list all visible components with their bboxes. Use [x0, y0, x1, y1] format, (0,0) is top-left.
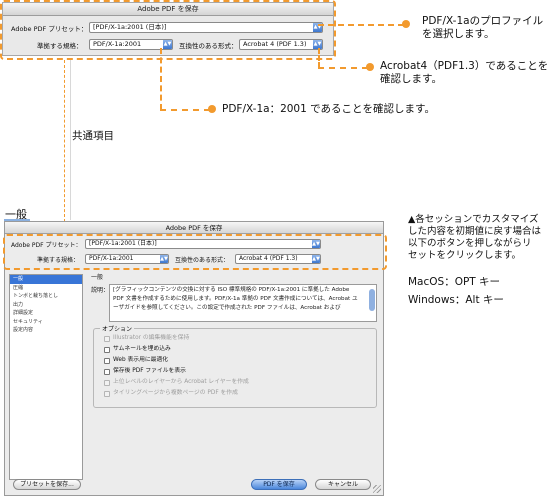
- checkbox[interactable]: [104, 390, 110, 397]
- group-general-label: 一般: [91, 274, 104, 281]
- resize-grip-icon[interactable]: [373, 485, 381, 493]
- option-view-after-save[interactable]: 保存後 PDF ファイルを表示: [104, 368, 186, 375]
- highlight-frame: [0, 0, 336, 60]
- reset-note-line2: した内容を初期値に戻す場合は: [408, 226, 542, 237]
- checkbox[interactable]: [104, 335, 110, 342]
- callout-line: [160, 109, 210, 111]
- option-label: Web 表示用に最適化: [113, 357, 169, 363]
- option-multipage-from-artboards[interactable]: タイリングページから複数ページの PDF を作成: [104, 390, 238, 397]
- dialog-title: Adobe PDF を保存: [5, 222, 383, 234]
- sidebar-item-output[interactable]: 出力: [10, 301, 82, 310]
- guide-line: [70, 60, 71, 220]
- highlight-frame: [3, 234, 387, 270]
- reset-note-line3: 以下のボタンを押しながらリ: [408, 238, 532, 249]
- sidebar-item-marks-bleeds[interactable]: トンボと裁ち落とし: [10, 292, 82, 301]
- section-common-label: 共通項目: [72, 130, 114, 142]
- sidebar-item-compression[interactable]: 圧縮: [10, 284, 82, 293]
- checkbox[interactable]: [104, 357, 110, 364]
- scrollbar[interactable]: [369, 289, 375, 311]
- cancel-button[interactable]: キャンセル: [315, 479, 371, 490]
- checkbox[interactable]: [104, 368, 110, 375]
- reset-note-line4: セットをクリックします。: [408, 250, 522, 261]
- sidebar-item-summary[interactable]: 設定内容: [10, 326, 82, 335]
- reset-note-line1: ▲各セッションでカスタマイズ: [408, 214, 539, 225]
- options-label: オプション: [100, 324, 135, 333]
- checkbox[interactable]: [104, 346, 110, 353]
- callout-acrobat: Acrobat4（PDF1.3）であることを 確認します。: [380, 60, 548, 86]
- option-optimize-web[interactable]: Web 表示用に最適化: [104, 357, 168, 364]
- windows-key-note: Windows：Alt キー: [408, 294, 504, 306]
- option-label: 保存後 PDF ファイルを表示: [113, 368, 186, 374]
- mac-key-note: MacOS：OPT キー: [408, 276, 501, 288]
- callout-dot: [402, 20, 410, 28]
- option-label: タイリングページから複数ページの PDF を作成: [113, 390, 238, 396]
- option-label: サムネールを埋め込み: [113, 346, 171, 352]
- category-list: 一般 圧縮 トンボと裁ち落とし 出力 詳細設定 セキュリティ 設定内容: [9, 274, 83, 480]
- callout-acrobat-line2: 確認します。: [380, 73, 442, 85]
- options-group: オプション Illustrator の編集機能を保持 サムネールを埋め込み We…: [93, 324, 377, 408]
- sidebar-item-advanced[interactable]: 詳細設定: [10, 309, 82, 318]
- callout-line: [318, 24, 404, 26]
- callout-dot: [208, 105, 216, 113]
- callout-preset: PDF/X-1aのプロファイル を選択します。: [422, 15, 543, 41]
- description-text: [グラフィックコンテンツの交換に対する ISO 標準規格の PDF/X-1a:2…: [113, 287, 358, 311]
- save-pdf-dialog: Adobe PDF を保存 Adobe PDF プリセット： [PDF/X-1a…: [3, 221, 387, 496]
- sidebar-item-security[interactable]: セキュリティ: [10, 318, 82, 327]
- callout-acrobat-line1: Acrobat4（PDF1.3）であることを: [380, 60, 549, 72]
- description-label: 説明：: [91, 287, 110, 294]
- option-preserve-illustrator[interactable]: Illustrator の編集機能を保持: [104, 335, 189, 342]
- option-create-acrobat-layers[interactable]: 上位レベルのレイヤーから Acrobat レイヤーを作成: [104, 379, 249, 386]
- callout-standard: PDF/X-1a：2001 であることを確認します。: [222, 103, 435, 115]
- guide-line: [64, 60, 65, 222]
- description-field[interactable]: [グラフィックコンテンツの交換に対する ISO 標準規格の PDF/X-1a:2…: [109, 284, 377, 322]
- checkbox[interactable]: [104, 379, 110, 386]
- callout-line: [318, 67, 368, 69]
- option-label: Illustrator の編集機能を保持: [113, 335, 190, 341]
- general-panel: 一般 説明： [グラフィックコンテンツの交換に対する ISO 標準規格の PDF…: [89, 274, 379, 480]
- sidebar-item-general[interactable]: 一般: [10, 275, 82, 284]
- reset-note: ▲各セッションでカスタマイズ した内容を初期値に戻す場合は 以下のボタンを押しな…: [408, 214, 541, 262]
- option-embed-thumbnails[interactable]: サムネールを埋め込み: [104, 346, 171, 353]
- callout-preset-line1: PDF/X-1aのプロファイル: [422, 15, 544, 27]
- save-preset-button[interactable]: プリセットを保存...: [13, 479, 81, 490]
- option-label: 上位レベルのレイヤーから Acrobat レイヤーを作成: [113, 379, 249, 385]
- callout-line: [160, 48, 162, 110]
- callout-line: [318, 48, 320, 68]
- callout-preset-line2: を選択します。: [422, 28, 495, 40]
- save-pdf-button[interactable]: PDF を保存: [251, 479, 307, 490]
- callout-dot: [366, 63, 374, 71]
